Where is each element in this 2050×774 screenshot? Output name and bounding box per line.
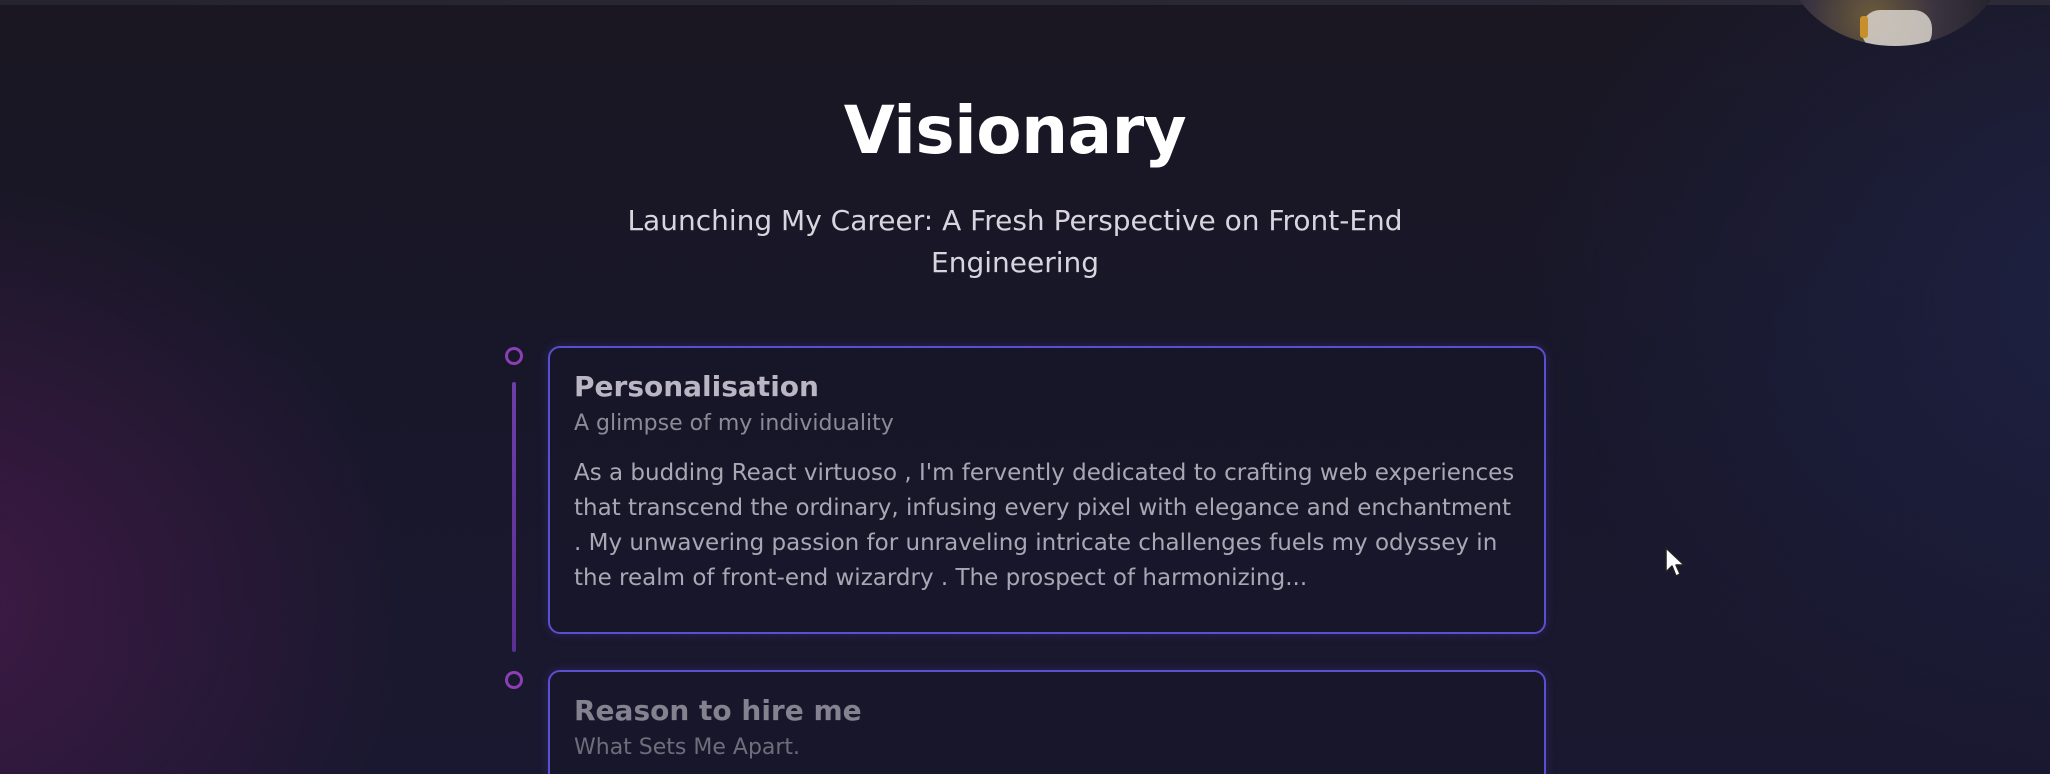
timeline-card-personalisation[interactable]: Personalisation A glimpse of my individu… (548, 346, 1546, 634)
mouse-pointer-icon (1665, 547, 1685, 577)
timeline-card-reason-to-hire[interactable]: Reason to hire me What Sets Me Apart. (548, 670, 1546, 774)
card-title: Reason to hire me (574, 694, 862, 727)
card-tagline: What Sets Me Apart. (574, 735, 801, 760)
page-title: Visionary (843, 92, 1187, 169)
avatar-hand (1862, 10, 1932, 46)
webcam-avatar (1782, 0, 2008, 46)
avatar-ring (1860, 16, 1868, 38)
timeline-dot (505, 347, 523, 365)
timeline-dot (505, 671, 523, 689)
timeline-line (512, 382, 516, 652)
card-body: As a budding React virtuoso , I'm ferven… (574, 460, 1515, 591)
top-strip (0, 0, 2050, 5)
page-subtitle: Launching My Career: A Fresh Perspective… (627, 204, 1403, 279)
card-title: Personalisation (574, 370, 819, 403)
card-tagline: A glimpse of my individuality (574, 411, 894, 436)
